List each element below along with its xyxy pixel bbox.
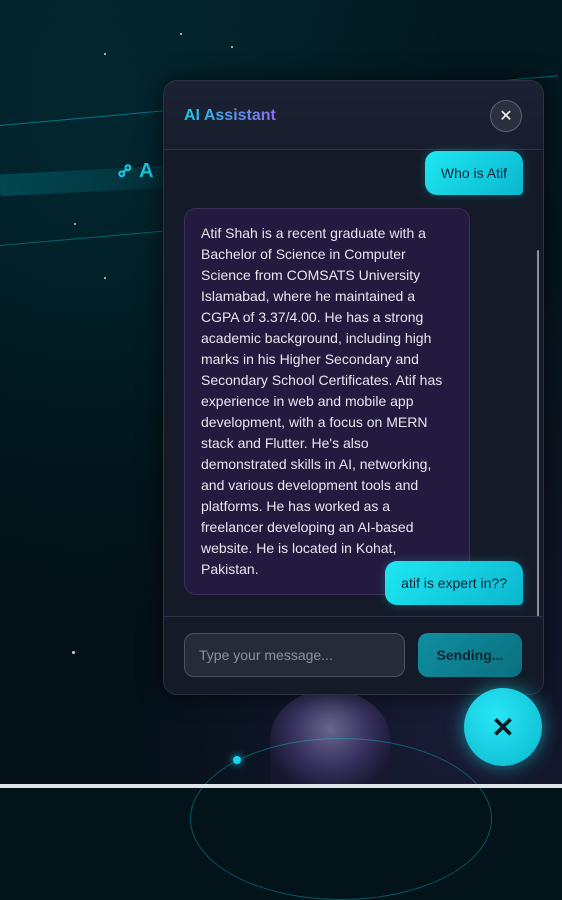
star xyxy=(104,277,106,279)
background-link[interactable]: ⚯A xyxy=(113,159,154,184)
message-input[interactable] xyxy=(184,633,405,677)
star xyxy=(72,651,75,654)
star xyxy=(231,46,233,48)
chat-window: AI Assistant ✕ Who is Atif Atif Shah is … xyxy=(163,80,544,695)
star xyxy=(74,223,76,225)
message-list[interactable]: Who is Atif Atif Shah is a recent gradua… xyxy=(164,150,543,662)
close-icon: ✕ xyxy=(491,711,515,743)
send-button[interactable]: Sending... xyxy=(418,633,522,677)
decorative-dot xyxy=(233,756,241,764)
bottom-bar xyxy=(0,784,562,788)
close-chat-button[interactable]: ✕ xyxy=(490,100,522,132)
chat-header: AI Assistant ✕ xyxy=(164,81,543,150)
background-link-text: A xyxy=(139,160,154,182)
scrollbar[interactable] xyxy=(537,250,539,662)
star xyxy=(104,53,106,55)
user-message: atif is expert in?? xyxy=(385,561,523,605)
toggle-chat-button[interactable]: ✕ xyxy=(464,688,542,766)
user-message: Who is Atif xyxy=(424,151,523,195)
chat-title: AI Assistant xyxy=(184,107,276,124)
composer: Sending... xyxy=(164,616,543,694)
star xyxy=(180,33,182,35)
assistant-message: Atif Shah is a recent graduate with a Ba… xyxy=(184,208,470,595)
close-icon: ✕ xyxy=(499,108,513,125)
